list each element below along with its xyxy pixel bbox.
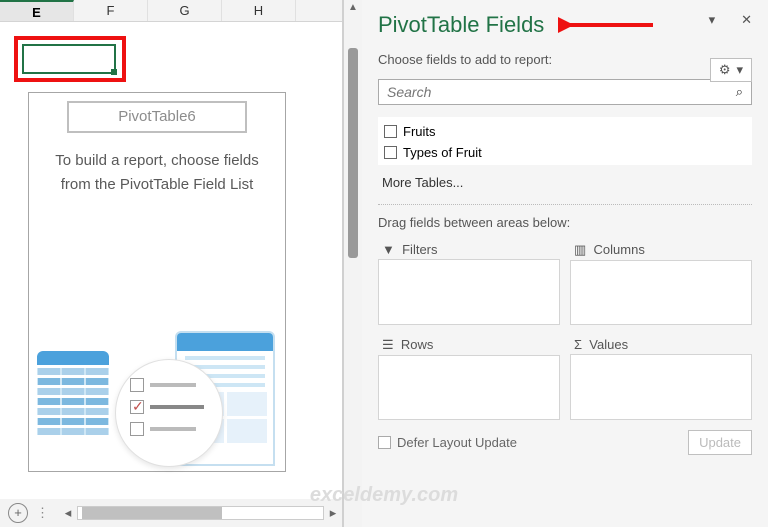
values-label: Values [589,337,628,352]
vertical-scrollbar[interactable]: ▲ [344,0,362,527]
field-list: Fruits Types of Fruit [378,117,752,165]
columns-area[interactable]: ▥ Columns [570,240,752,325]
annotation-arrow [558,16,658,34]
columns-dropzone[interactable] [570,260,752,325]
rows-icon: ☰ [382,337,394,352]
scroll-up-arrow[interactable]: ▲ [348,2,358,13]
hscroll-thumb[interactable] [82,507,222,519]
rows-dropzone[interactable] [378,355,560,420]
pivottable-name: PivotTable6 [67,101,247,133]
gear-icon: ⚙ [719,62,731,78]
column-header-h[interactable]: H [222,0,296,21]
pane-menu-dropdown[interactable]: ▾ [709,12,716,28]
pivottable-fields-pane: PivotTable Fields ▾ ✕ Choose fields to a… [362,0,768,527]
new-sheet-button[interactable]: + [8,503,28,523]
drag-areas-label: Drag fields between areas below: [378,215,752,230]
choose-fields-label: Choose fields to add to report: [378,52,752,67]
pivottable-illustration [29,321,285,471]
close-pane-button[interactable]: ✕ [741,12,752,28]
pivottable-placeholder[interactable]: PivotTable6 To build a report, choose fi… [28,92,286,472]
filters-label: Filters [402,242,437,257]
field-item-types-of-fruit[interactable]: Types of Fruit [384,142,746,163]
values-dropzone[interactable] [570,354,752,420]
rows-area[interactable]: ☰ Rows [378,335,560,420]
pane-title: PivotTable Fields [378,12,544,38]
rows-label: Rows [401,337,434,352]
column-headers: E F G H [0,0,342,22]
column-header-f[interactable]: F [74,0,148,21]
filters-dropzone[interactable] [378,259,560,325]
active-cell[interactable] [22,44,116,74]
columns-label: Columns [594,242,645,257]
worksheet-pane: E F G H PivotTable6 To build a report, c… [0,0,342,527]
more-tables-link[interactable]: More Tables... [382,175,748,190]
horizontal-scrollbar: + ⋮ ◂ ▸ [0,499,342,527]
checkbox[interactable] [384,125,397,138]
field-item-fruits[interactable]: Fruits [384,121,746,142]
values-icon: Σ [574,337,582,352]
sheet-nav-dots[interactable]: ⋮ [36,505,49,521]
update-button[interactable]: Update [688,430,752,455]
drop-areas: ▼ Filters ▥ Columns ☰ Rows Σ Values [378,240,752,420]
filters-area[interactable]: ▼ Filters [378,240,560,325]
defer-checkbox[interactable] [378,436,391,449]
values-area[interactable]: Σ Values [570,335,752,420]
defer-layout-update[interactable]: Defer Layout Update [378,435,517,450]
filter-icon: ▼ [382,242,395,257]
section-divider [378,204,752,205]
hscroll-track[interactable] [77,506,324,520]
search-icon: ⌕ [736,84,743,100]
fields-settings-button[interactable]: ⚙ ▾ [710,58,752,82]
field-label: Fruits [403,124,436,139]
column-header-e[interactable]: E [0,0,74,21]
scroll-right-arrow[interactable]: ▸ [324,505,342,521]
field-label: Types of Fruit [403,145,482,160]
watermark: exceldemy.com [310,484,458,507]
defer-label: Defer Layout Update [397,435,517,450]
columns-icon: ▥ [574,242,586,257]
pivottable-hint: To build a report, choose fields from th… [29,149,285,197]
field-search-input[interactable] [387,84,736,100]
field-search[interactable]: ⌕ [378,79,752,105]
scroll-left-arrow[interactable]: ◂ [59,505,77,521]
checkbox[interactable] [384,146,397,159]
vscroll-thumb[interactable] [348,48,358,258]
column-header-g[interactable]: G [148,0,222,21]
dropdown-icon: ▾ [736,62,743,78]
